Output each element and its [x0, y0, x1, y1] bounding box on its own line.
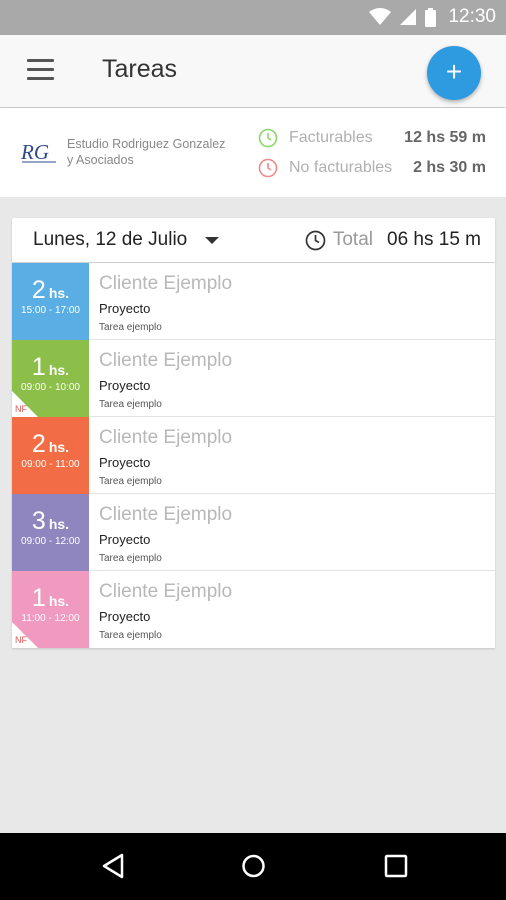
non-billable-badge: NF [15, 404, 27, 414]
task-hours-unit: hs. [48, 516, 70, 532]
recents-square-icon[interactable] [384, 853, 408, 879]
task-time-block: 1 hs. 11:00 - 12:00 NF [12, 571, 89, 648]
task-hours: 2 hs. [12, 430, 89, 459]
add-task-button[interactable]: + [427, 46, 481, 100]
non-billable-badge: NF [15, 635, 27, 645]
task-project: Proyecto [99, 609, 151, 624]
task-hours-value: 3 [31, 507, 46, 535]
task-hours: 2 hs. [12, 276, 89, 305]
task-time-block: 2 hs. 09:00 - 11:00 [12, 417, 89, 494]
svg-text:RG: RG [20, 140, 49, 164]
day-total: Total 06 hs 15 m [305, 229, 481, 251]
app-bar: Tareas + [0, 35, 506, 107]
signal-icon [400, 9, 417, 25]
task-row[interactable]: 1 hs. 09:00 - 10:00 NF Cliente Ejemplo Pr… [12, 340, 495, 417]
status-time: 12:30 [448, 6, 496, 27]
company-name: Estudio Rodriguez Gonzalez y Asociados [67, 137, 226, 167]
task-time-block: 3 hs. 09:00 - 12:00 [12, 494, 89, 571]
page-title: Tareas [102, 55, 178, 83]
home-circle-icon[interactable] [241, 853, 266, 879]
task-row[interactable]: 3 hs. 09:00 - 12:00 Cliente Ejemplo Proye… [12, 494, 495, 571]
billable-label: Facturables [289, 129, 373, 146]
wifi-icon [369, 8, 392, 25]
non-billable-label: No facturables [289, 159, 393, 176]
task-name: Tarea ejemplo [99, 476, 162, 487]
task-time-block: 1 hs. 09:00 - 10:00 NF [12, 340, 89, 417]
status-icons: 12:30 [369, 6, 496, 28]
task-client: Cliente Ejemplo [99, 273, 233, 294]
date-dropdown[interactable]: Lunes, 12 de Julio [33, 229, 220, 251]
task-time-range: 09:00 - 12:00 [21, 536, 80, 547]
task-row[interactable]: 1 hs. 11:00 - 12:00 NF Cliente Ejemplo Pr… [12, 571, 495, 648]
task-hours-value: 1 [31, 353, 46, 381]
task-hours: 3 hs. [12, 507, 89, 536]
company-summary: RG Estudio Rodriguez Gonzalez y Asociado… [0, 108, 506, 197]
task-project: Proyecto [99, 301, 151, 316]
task-client: Cliente Ejemplo [99, 581, 233, 602]
task-list: 2 hs. 15:00 - 17:00 Cliente Ejemplo Proye… [12, 263, 495, 648]
dropdown-arrow-icon [205, 236, 220, 244]
task-hours: 1 hs. [12, 584, 89, 613]
task-hours-unit: hs. [48, 285, 70, 301]
task-hours-unit: hs. [48, 362, 70, 378]
task-client: Cliente Ejemplo [99, 504, 233, 525]
task-row[interactable]: 2 hs. 09:00 - 11:00 Cliente Ejemplo Proye… [12, 417, 495, 494]
clock-icon [258, 128, 278, 148]
task-project: Proyecto [99, 455, 151, 470]
date-label: Lunes, 12 de Julio [33, 229, 188, 250]
task-hours-value: 1 [31, 584, 46, 612]
non-billable-row: No facturables 2 hs 30 m [258, 157, 486, 179]
clock-icon [258, 158, 278, 178]
task-hours-unit: hs. [48, 439, 70, 455]
task-client: Cliente Ejemplo [99, 427, 233, 448]
back-triangle-icon[interactable] [101, 853, 125, 879]
task-hours-value: 2 [31, 430, 46, 458]
task-time-range: 15:00 - 17:00 [21, 305, 80, 316]
total-label: Total [332, 229, 373, 250]
task-name: Tarea ejemplo [99, 630, 162, 641]
task-name: Tarea ejemplo [99, 553, 162, 564]
task-hours-value: 2 [31, 276, 46, 304]
task-hours: 1 hs. [12, 353, 89, 382]
task-time-block: 2 hs. 15:00 - 17:00 [12, 263, 89, 340]
battery-icon [425, 7, 437, 27]
task-row[interactable]: 2 hs. 15:00 - 17:00 Cliente Ejemplo Proye… [12, 263, 495, 340]
task-project: Proyecto [99, 378, 151, 393]
hamburger-icon[interactable] [27, 59, 54, 81]
task-hours-unit: hs. [48, 593, 70, 609]
task-project: Proyecto [99, 532, 151, 547]
billable-row: Facturables 12 hs 59 m [258, 127, 486, 149]
task-time-range: 09:00 - 11:00 [21, 459, 80, 470]
clock-icon [305, 230, 326, 250]
status-bar: 12:30 [0, 0, 506, 35]
company-logo: RG [20, 140, 56, 164]
task-name: Tarea ejemplo [99, 322, 162, 333]
day-header: Lunes, 12 de Julio Total 06 hs 15 m [12, 218, 495, 262]
plus-icon: + [445, 56, 463, 87]
non-billable-value: 2 hs 30 m [413, 159, 486, 176]
task-client: Cliente Ejemplo [99, 350, 233, 371]
task-name: Tarea ejemplo [99, 399, 162, 410]
total-value: 06 hs 15 m [387, 229, 481, 250]
system-nav-bar [0, 833, 506, 900]
billable-value: 12 hs 59 m [404, 129, 486, 146]
